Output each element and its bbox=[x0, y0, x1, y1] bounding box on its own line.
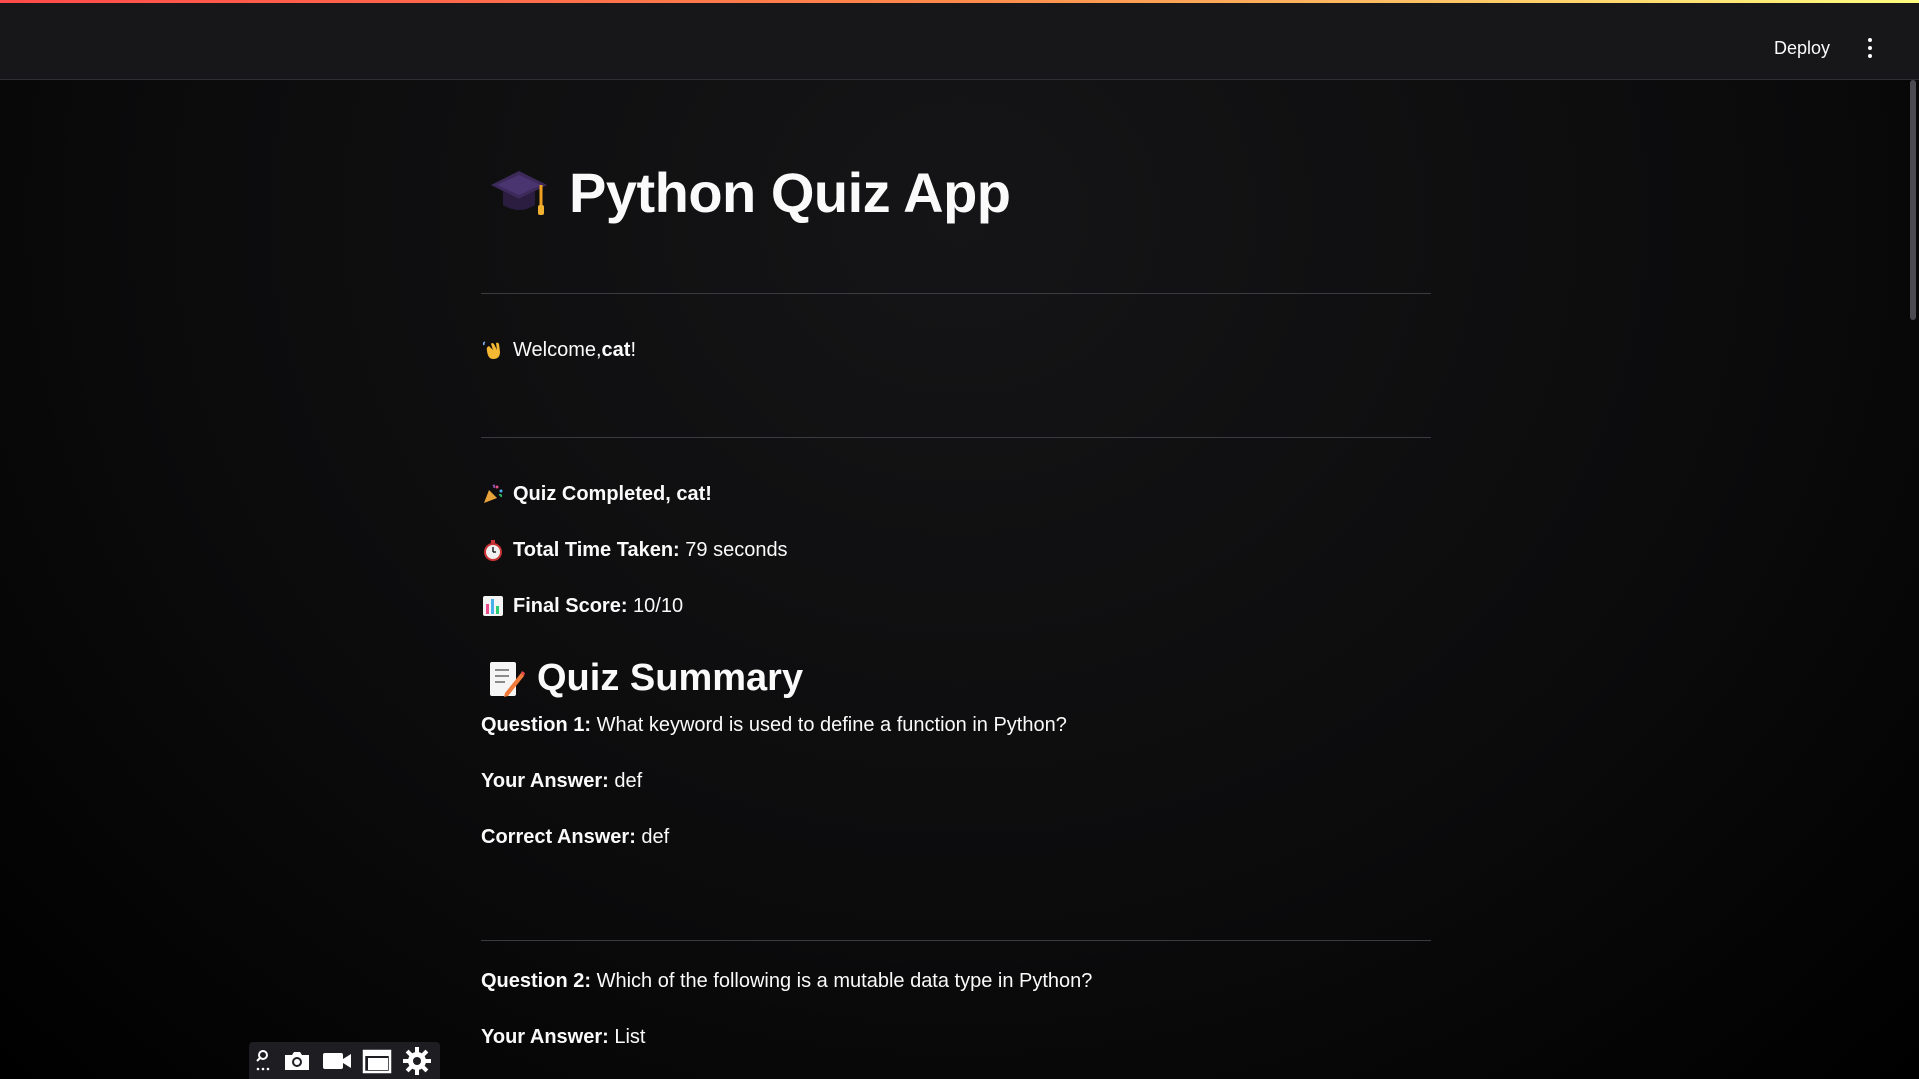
window-icon[interactable] bbox=[361, 1046, 393, 1076]
divider bbox=[481, 940, 1431, 941]
summary-heading-row: Quiz Summary bbox=[485, 657, 803, 700]
question-2: Question 2: Which of the following is a … bbox=[481, 970, 1092, 993]
question-text: What keyword is used to define a functio… bbox=[596, 714, 1067, 736]
screen-draw-icon[interactable] bbox=[253, 1046, 273, 1076]
time-taken-line: Total Time Taken: 79 seconds bbox=[481, 538, 788, 562]
quiz-completed-text: Quiz Completed, cat! bbox=[513, 482, 712, 505]
gear-icon[interactable] bbox=[401, 1046, 433, 1076]
your-answer-2: Your Answer: List bbox=[481, 1026, 645, 1049]
divider bbox=[481, 437, 1431, 438]
score-value: 10/10 bbox=[633, 594, 684, 617]
question-label: Question 2: bbox=[481, 970, 592, 992]
welcome-name: cat bbox=[601, 338, 631, 361]
party-popper-icon bbox=[484, 484, 503, 503]
welcome-suffix: ! bbox=[630, 338, 637, 361]
time-value: 79 seconds bbox=[685, 538, 788, 561]
scrollbar[interactable] bbox=[1907, 80, 1919, 1079]
your-answer-1: Your Answer: def bbox=[481, 770, 642, 793]
divider bbox=[481, 293, 1431, 294]
correct-answer-value: def bbox=[641, 826, 670, 848]
your-answer-value: def bbox=[614, 770, 643, 792]
question-text: Which of the following is a mutable data… bbox=[596, 970, 1093, 992]
camera-icon[interactable] bbox=[281, 1046, 313, 1076]
vertical-ellipsis-icon[interactable] bbox=[1858, 33, 1882, 63]
scrollbar-thumb[interactable] bbox=[1910, 80, 1916, 320]
app-header: Deploy bbox=[0, 0, 1919, 80]
page-title: Python Quiz App bbox=[569, 161, 1011, 224]
top-accent-bar bbox=[0, 0, 1919, 3]
question-label: Question 1: bbox=[481, 714, 592, 736]
final-score-line: Final Score: 10/10 bbox=[481, 594, 683, 618]
waving-hand-icon bbox=[482, 341, 500, 359]
summary-heading: Quiz Summary bbox=[537, 657, 804, 699]
screen-recorder-toolbar bbox=[249, 1042, 440, 1079]
score-label: Final Score: bbox=[513, 594, 628, 617]
question-1: Question 1: What keyword is used to defi… bbox=[481, 714, 1067, 737]
memo-icon bbox=[490, 661, 525, 697]
quiz-completed-line: Quiz Completed, cat! bbox=[481, 482, 712, 506]
stopwatch-icon bbox=[484, 540, 502, 561]
bar-chart-icon bbox=[483, 596, 503, 616]
your-answer-label: Your Answer: bbox=[481, 1026, 609, 1048]
time-label: Total Time Taken: bbox=[513, 538, 680, 561]
welcome-message: Welcome, cat! bbox=[481, 338, 636, 362]
your-answer-value: List bbox=[614, 1026, 646, 1048]
deploy-button[interactable]: Deploy bbox=[1760, 30, 1844, 66]
page-title-row: Python Quiz App bbox=[489, 160, 1011, 225]
correct-answer-1: Correct Answer: def bbox=[481, 826, 669, 849]
welcome-prefix: Welcome, bbox=[513, 338, 602, 361]
graduation-cap-icon bbox=[491, 170, 547, 215]
video-camera-icon[interactable] bbox=[321, 1046, 353, 1076]
correct-answer-label: Correct Answer: bbox=[481, 826, 636, 848]
your-answer-label: Your Answer: bbox=[481, 770, 609, 792]
